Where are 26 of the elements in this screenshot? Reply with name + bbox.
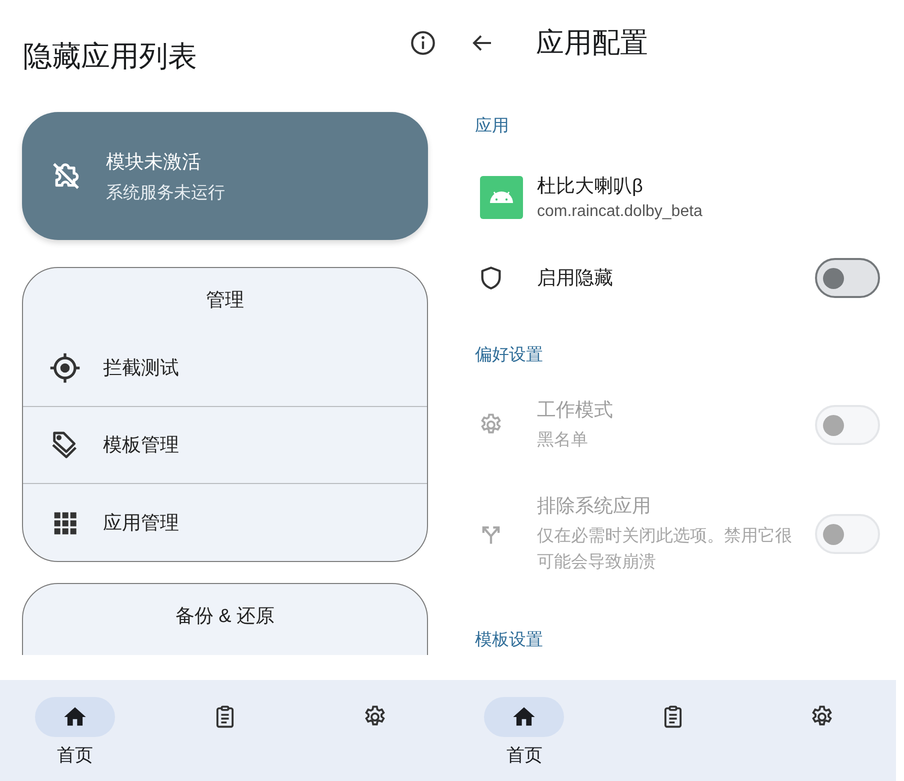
section-header: 应用 [475, 115, 510, 137]
app-name: 杜比大喇叭β [537, 175, 644, 199]
nav-tab[interactable]: 首页 [0, 680, 150, 781]
android-app-icon [480, 176, 523, 218]
status-subtitle: 系统服务未运行 [106, 182, 225, 204]
setting-summary: 仅在必需时关闭此选项。禁用它很可能会导致崩溃 [537, 525, 792, 573]
page-title: 应用配置 [536, 26, 648, 60]
status-title: 模块未激活 [106, 150, 202, 174]
section-header: 模板设置 [475, 629, 544, 651]
package-name: com.raincat.dolby_beta [537, 203, 704, 221]
menu-item[interactable]: 应用管理 [23, 484, 427, 561]
toggle-switch[interactable] [815, 258, 880, 298]
setting-title: 工作模式 [537, 399, 614, 423]
menu-item[interactable]: 拦截测试 [23, 330, 427, 407]
card-title: 备份 & 还原 [174, 605, 276, 629]
menu-item[interactable]: 模板管理 [23, 407, 427, 484]
nav-tab[interactable]: 首页 [450, 680, 599, 781]
section-header: 偏好设置 [475, 344, 544, 366]
setting-title: 排除系统应用 [537, 495, 652, 519]
info-icon[interactable] [410, 30, 436, 56]
card-title: 管理 [205, 289, 245, 313]
target-icon [49, 352, 81, 384]
status-card[interactable]: 模块未激活 系统服务未运行 [22, 112, 428, 240]
page-title: 隐藏应用列表 [23, 40, 197, 75]
setting-title: 启用隐藏 [537, 267, 614, 291]
setting-summary: 黑名单 [537, 429, 589, 451]
